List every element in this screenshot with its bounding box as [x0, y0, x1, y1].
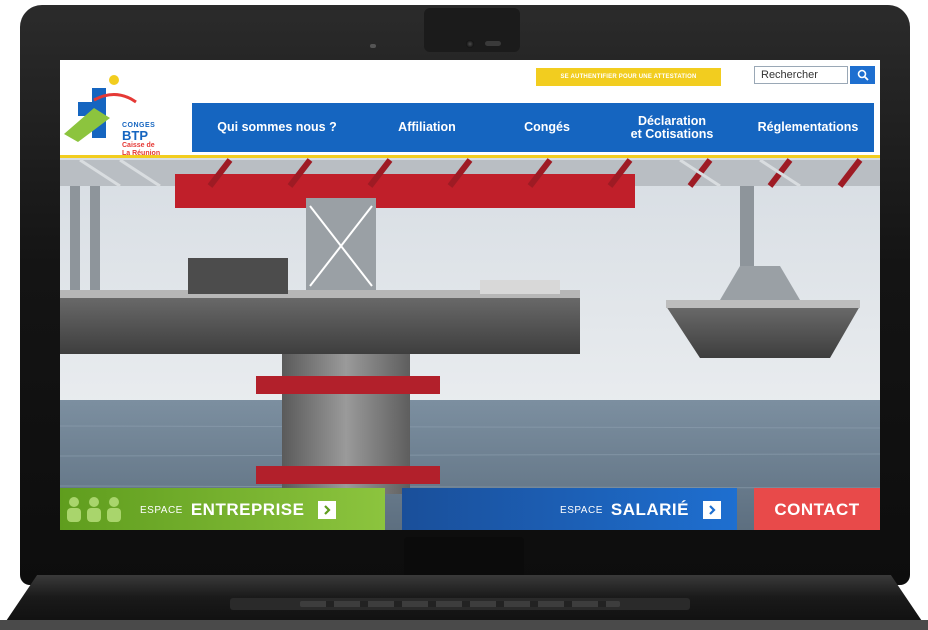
laptop-keys: [300, 601, 620, 607]
webcam-icon: [466, 40, 474, 48]
laptop-hinge: [404, 537, 524, 577]
search-icon: [857, 69, 869, 81]
nav-item-conges[interactable]: Congés: [492, 103, 602, 152]
nav-item-qui-sommes-nous[interactable]: Qui sommes nous ?: [192, 103, 362, 152]
attestation-link[interactable]: SE AUTHENTIFIER POUR UNE ATTESTATION: [536, 68, 721, 86]
contact-label: CONTACT: [774, 500, 860, 519]
main-nav: Qui sommes nous ? Affiliation Congés Déc…: [192, 103, 874, 152]
chevron-right-icon: [703, 501, 721, 519]
salarie-big-label: SALARIÉ: [610, 500, 689, 519]
nav-item-reglementations[interactable]: Réglementations: [742, 103, 874, 152]
site-logo[interactable]: CONGES BTP Caisse de La Réunion: [64, 72, 176, 160]
people-icon: [67, 497, 121, 522]
salarie-small-label: ESPACE: [560, 504, 603, 516]
logo-line-btp: BTP: [122, 128, 148, 143]
bridge-construction-image: [60, 156, 880, 530]
search-button[interactable]: [850, 66, 875, 84]
logo-text: CONGES BTP Caisse de La Réunion: [122, 122, 160, 158]
chevron-right-icon: [318, 501, 337, 519]
hero-image: [60, 156, 880, 530]
contact-button[interactable]: CONTACT: [754, 488, 880, 530]
website-screen: CONGES BTP Caisse de La Réunion SE AUTHE…: [60, 60, 880, 530]
header-divider: [60, 155, 880, 158]
bezel-sensor: [370, 44, 376, 48]
entreprise-small-label: ESPACE: [140, 504, 183, 516]
espace-entreprise-button[interactable]: ESPACE ENTREPRISE: [60, 488, 385, 530]
nav-item-affiliation[interactable]: Affiliation: [362, 103, 492, 152]
espace-salarie-button[interactable]: ESPACE SALARIÉ: [402, 488, 737, 530]
logo-line-caisse: Caisse de: [122, 142, 155, 149]
webcam-led: [485, 41, 501, 46]
search-input[interactable]: Rechercher: [754, 66, 848, 84]
laptop-front-edge: [0, 620, 928, 630]
nav-item-declaration[interactable]: Déclaration et Cotisations: [602, 103, 742, 152]
entreprise-big-label: ENTREPRISE: [190, 500, 305, 519]
